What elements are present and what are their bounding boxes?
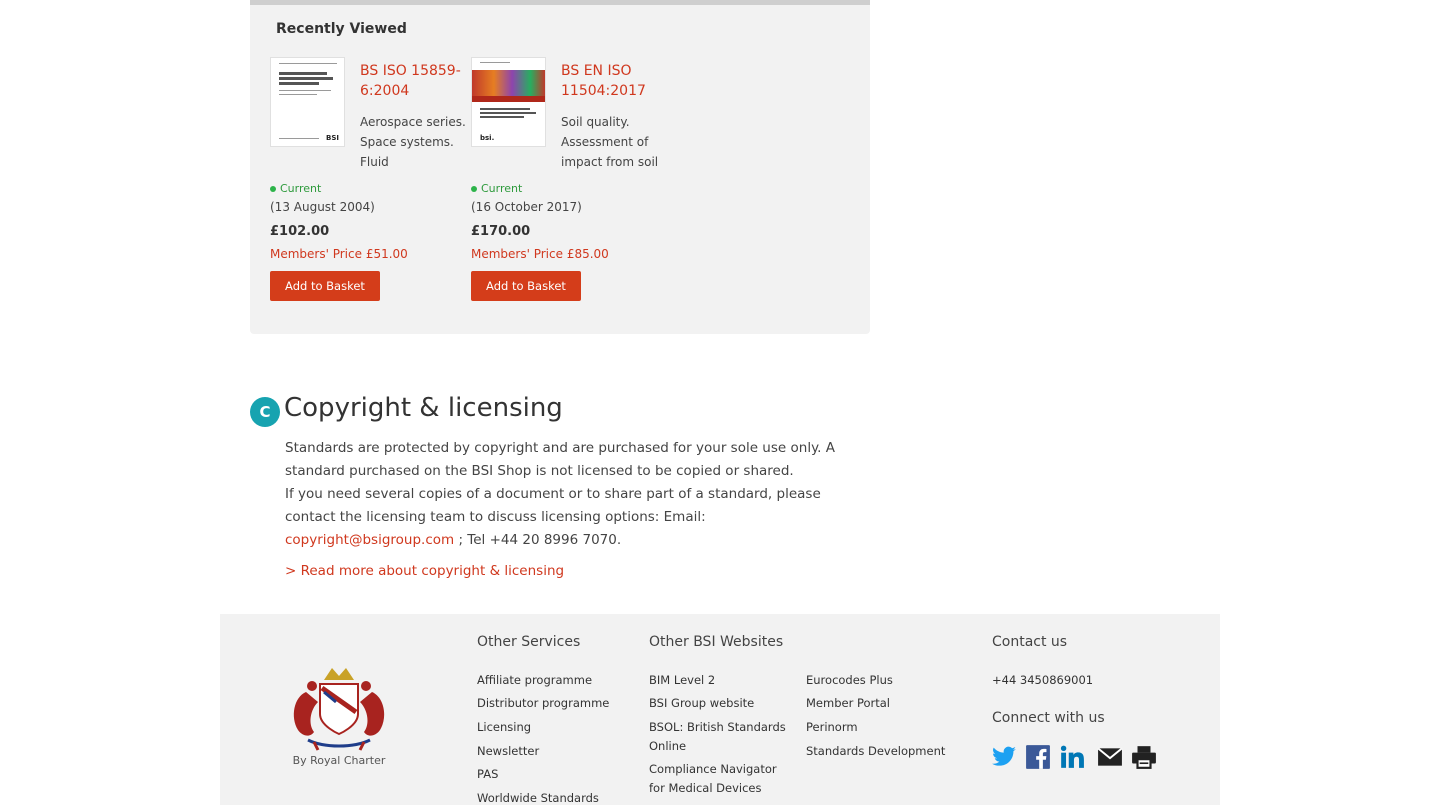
copyright-body: Standards are protected by copyright and… xyxy=(285,437,865,552)
contact-phone-text: ; Tel +44 20 8996 7070. xyxy=(454,532,622,548)
footer-link[interactable]: Licensing xyxy=(477,718,531,737)
read-more-copyright-link[interactable]: > Read more about copyright & licensing xyxy=(285,563,564,579)
status-badge: Current xyxy=(471,182,522,195)
footer-link[interactable]: Worldwide Standards xyxy=(477,789,599,808)
footer-link[interactable]: Compliance Navigator for Medical Devices xyxy=(649,760,794,798)
copyright-paragraph: Standards are protected by copyright and… xyxy=(285,440,835,479)
copyright-heading: Copyright & licensing xyxy=(284,393,563,423)
contact-title: Contact us xyxy=(992,634,1068,650)
facebook-icon[interactable] xyxy=(1025,744,1051,770)
product-thumbnail[interactable]: bsi. xyxy=(471,57,546,147)
footer-link[interactable]: BIM Level 2 xyxy=(649,671,789,690)
contact-phone-link[interactable]: +44 3450869001 xyxy=(992,671,1093,690)
footer-link[interactable]: Affiliate programme xyxy=(477,671,592,690)
copyright-contact-paragraph: If you need several copies of a document… xyxy=(285,483,865,552)
members-price: Members' Price £51.00 xyxy=(270,247,408,261)
footer-link[interactable]: BSI Group website xyxy=(649,694,789,713)
royal-charter-crest-icon xyxy=(293,668,385,751)
product-price: £102.00 xyxy=(270,224,330,239)
other-websites-title: Other BSI Websites xyxy=(649,634,784,650)
linkedin-icon[interactable] xyxy=(1059,744,1085,770)
members-price: Members' Price £85.00 xyxy=(471,247,609,261)
status-dot-icon xyxy=(471,185,477,192)
footer-link[interactable]: Eurocodes Plus xyxy=(806,671,893,690)
status-badge: Current xyxy=(270,182,321,195)
bsi-logo-icon: bsi. xyxy=(480,134,495,142)
other-services-title: Other Services xyxy=(477,634,581,650)
status-dot-icon xyxy=(270,185,276,192)
publication-date: (16 October 2017) xyxy=(471,200,582,214)
footer-link[interactable]: Standards Development xyxy=(806,742,945,761)
contact-text: If you need several copies of a document… xyxy=(285,486,821,525)
status-label: Current xyxy=(481,182,523,195)
add-to-basket-button[interactable]: Add to Basket xyxy=(270,271,380,301)
copyright-email-link[interactable]: copyright@bsigroup.com xyxy=(285,532,454,548)
product-description: Soil quality. Assessment of impact from … xyxy=(561,115,659,169)
status-label: Current xyxy=(280,182,322,195)
product-description: Aerospace series. Space systems. Fluid xyxy=(360,115,466,169)
print-icon[interactable] xyxy=(1131,744,1157,770)
footer-link[interactable]: BSOL: British Standards Online xyxy=(649,718,789,756)
site-footer: By Royal Charter Other Services Affiliat… xyxy=(220,614,1220,805)
recently-viewed-panel: Recently Viewed BSI BS ISO 15859-6:2004 … xyxy=(250,0,870,334)
footer-link[interactable]: Distributor programme xyxy=(477,694,609,713)
product-price: £170.00 xyxy=(471,224,531,239)
twitter-icon[interactable] xyxy=(991,744,1017,770)
product-code-link[interactable]: BS ISO 15859-6:2004 xyxy=(360,61,470,101)
recently-viewed-title: Recently Viewed xyxy=(276,21,407,37)
footer-link[interactable]: Newsletter xyxy=(477,742,539,761)
footer-link[interactable]: Member Portal xyxy=(806,694,890,713)
add-to-basket-button[interactable]: Add to Basket xyxy=(471,271,581,301)
email-icon[interactable] xyxy=(1097,744,1123,770)
product-thumbnail[interactable]: BSI xyxy=(270,57,345,147)
product-code-link[interactable]: BS EN ISO 11504:2017 xyxy=(561,61,671,101)
footer-link[interactable]: PAS xyxy=(477,765,498,784)
footer-link[interactable]: Perinorm xyxy=(806,718,858,737)
publication-date: (13 August 2004) xyxy=(270,200,375,214)
bsi-logo-icon: BSI xyxy=(326,134,339,142)
connect-title: Connect with us xyxy=(992,710,1105,726)
crest-caption: By Royal Charter xyxy=(292,754,386,767)
copyright-section-icon: C xyxy=(250,397,280,427)
